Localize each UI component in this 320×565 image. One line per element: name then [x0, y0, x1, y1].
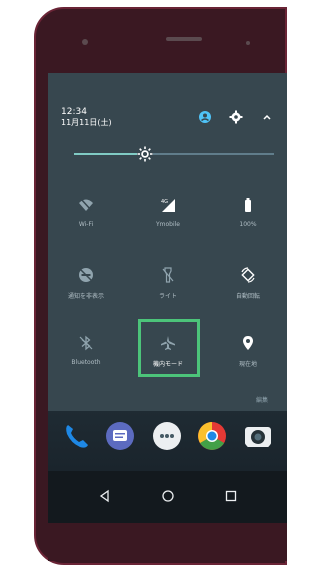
clock-date: 11月11日(土) [61, 118, 112, 127]
tile-battery[interactable]: 100% [213, 193, 283, 255]
network-badge: 4G [161, 199, 168, 205]
navigation-bar [48, 471, 287, 523]
app-drawer-icon[interactable] [152, 421, 182, 451]
camera-app-icon[interactable] [243, 421, 273, 451]
tile-location[interactable]: 現在地 [213, 331, 283, 393]
tile-label: 100% [239, 221, 257, 228]
phone-app-icon[interactable] [62, 421, 92, 451]
tile-bluetooth[interactable]: Bluetooth [51, 331, 121, 393]
brightness-slider[interactable] [74, 146, 274, 162]
clock-time: 12:34 [61, 107, 87, 117]
chrome-app-icon[interactable] [197, 421, 227, 451]
wifi-off-icon [79, 198, 93, 211]
recents-button-icon[interactable] [224, 489, 238, 503]
edit-button[interactable]: 編集 [256, 395, 268, 404]
tile-label: 通知を非表示 [67, 293, 104, 300]
tile-label: 現在地 [238, 361, 257, 368]
brightness-icon[interactable] [136, 145, 154, 163]
top-bezel [36, 9, 285, 77]
location-icon [243, 336, 253, 350]
tile-flashlight[interactable]: ライト [133, 263, 203, 325]
settings-icon[interactable] [229, 110, 243, 124]
auto-rotate-icon [241, 267, 255, 283]
bottom-bezel [48, 523, 287, 561]
do-not-disturb-icon [79, 268, 93, 282]
account-icon[interactable] [198, 110, 212, 124]
home-button-icon[interactable] [161, 489, 175, 503]
tile-label: Bluetooth [71, 359, 101, 366]
airplane-mode-highlight [138, 319, 200, 377]
battery-icon [245, 198, 251, 212]
tile-auto-rotate[interactable]: 自動回転 [213, 263, 283, 325]
tile-label: Wi-Fi [78, 221, 94, 228]
bluetooth-off-icon [79, 335, 93, 351]
tile-do-not-disturb[interactable]: 通知を非表示 [51, 263, 121, 325]
flashlight-icon [162, 267, 174, 283]
front-camera [82, 39, 88, 45]
tile-label: ライト [158, 293, 177, 300]
quick-settings-panel: 12:34 11月11日(土) Wi-Fi 4G Ymobile 100% 通知… [48, 73, 287, 411]
tile-label: 自動回転 [235, 293, 260, 300]
back-button-icon[interactable] [98, 489, 112, 503]
app-dock [48, 411, 287, 471]
proximity-sensor [246, 41, 250, 45]
messages-app-icon[interactable] [105, 421, 135, 451]
tile-mobile-data[interactable]: 4G Ymobile [133, 193, 203, 255]
tile-wifi[interactable]: Wi-Fi [51, 193, 121, 255]
phone-screen: 12:34 11月11日(土) Wi-Fi 4G Ymobile 100% 通知… [48, 73, 287, 523]
collapse-chevron-icon[interactable] [260, 110, 274, 124]
signal-icon: 4G [161, 199, 175, 212]
earpiece-speaker [166, 37, 202, 41]
tile-label: Ymobile [155, 221, 180, 228]
